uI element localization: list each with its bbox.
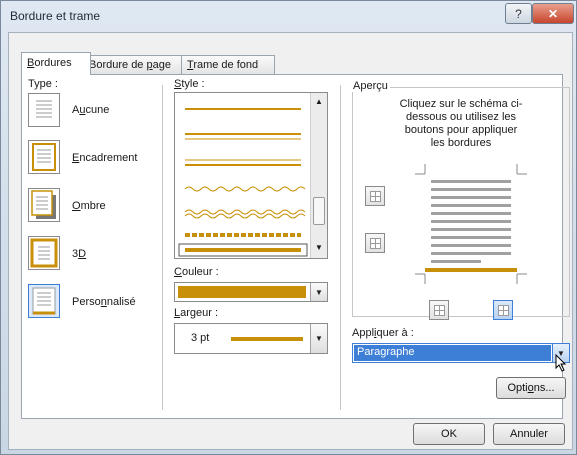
style-list[interactable]: ▲ ▼ xyxy=(174,92,328,259)
apply-value: Paragraphe xyxy=(357,346,415,358)
border-box-icon[interactable] xyxy=(28,140,60,174)
border-shadow-icon[interactable] xyxy=(28,188,60,222)
scroll-thumb[interactable] xyxy=(313,197,325,225)
tab-bordure-de-page[interactable]: Bordure de page xyxy=(83,55,189,74)
window-title: Bordure et trame xyxy=(10,9,101,23)
left-border-button[interactable] xyxy=(429,300,449,320)
width-label: Largeur : xyxy=(174,307,219,319)
tab-panel: Type : Aucune Encadrement Ombre 3D Perso… xyxy=(21,74,570,419)
column-divider xyxy=(340,85,341,410)
apply-select[interactable]: Paragraphe ▼ xyxy=(352,343,570,363)
tab-bordures[interactable]: Bordures xyxy=(21,52,91,75)
chevron-down-icon[interactable]: ▼ xyxy=(310,283,327,301)
line-style-samples xyxy=(178,108,308,257)
style-label: Style : xyxy=(174,78,205,90)
border-3d-icon[interactable] xyxy=(28,236,60,270)
close-button[interactable]: ✕ xyxy=(532,3,574,24)
chevron-down-icon[interactable]: ▼ xyxy=(310,324,327,353)
type-option-aucune[interactable]: Aucune xyxy=(72,104,109,116)
type-option-ombre[interactable]: Ombre xyxy=(72,200,106,212)
type-option-encadrement[interactable]: Encadrement xyxy=(72,152,137,164)
preview-diagram[interactable] xyxy=(413,162,529,286)
width-value: 3 pt xyxy=(191,332,210,344)
dialog-window: Bordure et trame ? ✕ Bordures Bordure de… xyxy=(0,0,577,455)
column-divider xyxy=(162,85,163,410)
style-list-scrollbar[interactable]: ▲ ▼ xyxy=(310,93,327,258)
options-button[interactable]: Opti o ns... xyxy=(496,377,566,399)
width-sample-line xyxy=(231,337,303,341)
color-label: Couleur : xyxy=(174,266,219,278)
type-option-3d[interactable]: 3D xyxy=(72,248,86,260)
type-label: Type : xyxy=(28,78,58,90)
border-custom-icon[interactable] xyxy=(28,284,60,318)
mouse-cursor-icon xyxy=(555,354,567,372)
bottom-border-button[interactable] xyxy=(365,233,385,253)
top-border-button[interactable] xyxy=(365,186,385,206)
preview-instructions: Cliquez sur le schéma ci-dessous ou util… xyxy=(399,98,523,149)
dialog-body: Bordures Bordure de page Trame de fond T… xyxy=(8,32,573,450)
ok-button[interactable]: OK xyxy=(413,423,485,445)
scroll-down-icon[interactable]: ▼ xyxy=(315,243,323,252)
type-option-personnalise[interactable]: Personnalisé xyxy=(72,296,136,308)
width-select[interactable]: 3 pt ▼ xyxy=(174,323,328,354)
preview-group: Aperçu Cliquez sur le schéma ci-dessous … xyxy=(351,80,570,320)
apply-label: Appliquer à : xyxy=(352,327,414,339)
tab-trame-de-fond[interactable]: Trame de fond xyxy=(181,55,275,74)
color-swatch xyxy=(178,286,306,298)
title-bar: Bordure et trame ? ✕ xyxy=(1,1,576,31)
right-border-button[interactable] xyxy=(493,300,513,320)
help-button[interactable]: ? xyxy=(505,3,532,24)
scroll-up-icon[interactable]: ▲ xyxy=(315,97,323,106)
cancel-button[interactable]: Annuler xyxy=(493,423,565,445)
color-picker[interactable]: ▼ xyxy=(174,282,328,302)
border-none-icon[interactable] xyxy=(28,93,60,127)
preview-label: Aperçu xyxy=(351,80,390,92)
